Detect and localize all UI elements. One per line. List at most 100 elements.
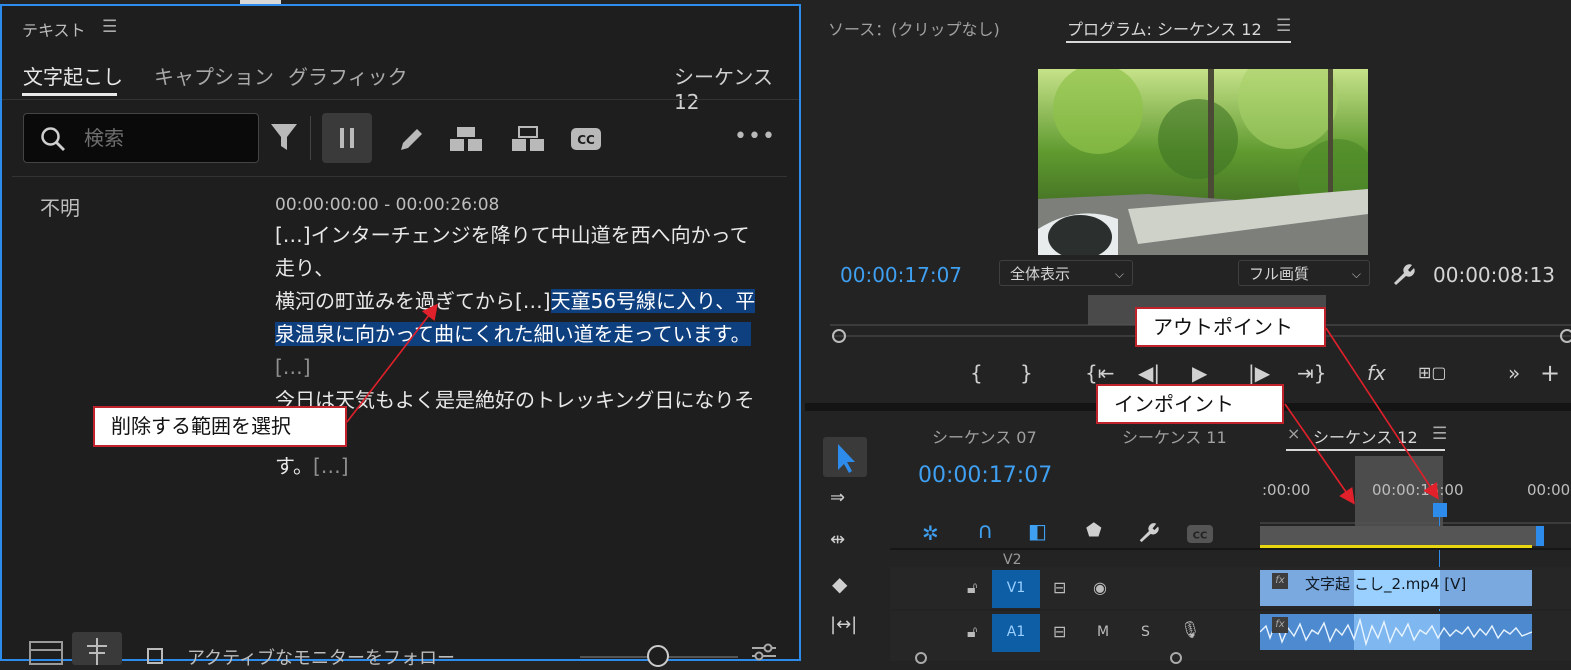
ruler-label: 00:00: [1527, 481, 1571, 499]
mark-in-icon[interactable]: { [970, 361, 983, 385]
chevron-down-icon: ⌵ [1114, 267, 1124, 281]
split-segments-icon[interactable] [510, 125, 546, 153]
track-v1-target[interactable]: V1 [992, 570, 1040, 608]
step-back-icon[interactable]: ◀| [1138, 361, 1160, 385]
scroll-handle-left[interactable] [915, 652, 927, 664]
transcript-line: す。 [275, 454, 313, 478]
solo-button[interactable]: S [1141, 624, 1150, 640]
fx-badge-icon: fx [1272, 617, 1288, 633]
edit-pencil-icon[interactable] [397, 124, 425, 154]
gap-marker: […] [313, 454, 349, 478]
eye-icon[interactable]: ◉ [1093, 578, 1107, 597]
transcript-text[interactable]: […]インターチェンジを降りて中山道を西へ向かって走り、 横河の町並みを過ぎてか… [275, 219, 765, 483]
selected-text[interactable]: 天童56号線に入り、平 [550, 289, 756, 313]
nest-icon[interactable]: ✲ [922, 521, 939, 545]
transcript-line: […]インターチェンジを降りて中山道を西へ向かって走り、 [275, 223, 750, 280]
captions-cc-icon[interactable]: CC [570, 127, 602, 151]
video-preview[interactable] [1038, 69, 1368, 255]
tab-transcript[interactable]: 文字起こし [23, 61, 123, 90]
mark-out-icon[interactable]: } [1020, 361, 1033, 385]
video-clip[interactable]: fx 文字起 こし_2.mp4 [V] [1260, 570, 1532, 606]
play-icon[interactable]: ▶ [1192, 361, 1207, 385]
tab-sequence-12[interactable]: シーケンス 12 [1313, 424, 1418, 448]
snap-magnet-icon[interactable]: ∩ [977, 519, 993, 544]
go-to-out-icon[interactable]: ⇥} [1297, 361, 1326, 385]
selection-tool-button[interactable] [823, 437, 867, 477]
split-segment-button[interactable] [322, 113, 372, 163]
quality-dropdown[interactable]: フル画質 ⌵ [1238, 260, 1370, 286]
zoom-slider-thumb[interactable] [647, 645, 669, 667]
filter-icon[interactable] [270, 122, 298, 152]
program-tab-underline [1066, 41, 1291, 43]
zoom-handle-left[interactable] [832, 329, 846, 343]
segment-time-range: 00:00:00:00 - 00:00:26:08 [275, 195, 500, 215]
slip-tool-icon[interactable]: |↔| [830, 614, 857, 635]
fx-icon[interactable]: fx [1367, 361, 1386, 385]
program-menu-icon[interactable]: ☰ [1276, 16, 1291, 36]
mute-button[interactable]: M [1097, 624, 1109, 640]
timeline-menu-icon[interactable]: ☰ [1432, 424, 1447, 444]
fx-badge-icon: fx [1272, 573, 1288, 589]
window-edge-mark [240, 0, 281, 4]
ripple-edit-tool-icon[interactable]: ⇹ [830, 529, 845, 550]
clip-label: 文字起 [1305, 575, 1351, 593]
lock-icon[interactable]: 🔓︎ [967, 622, 977, 642]
follow-monitor-checkbox[interactable] [147, 648, 163, 664]
work-area-end-handle[interactable] [1536, 526, 1544, 546]
toggle-sync-icon[interactable]: ⊟ [1053, 578, 1066, 597]
tab-source[interactable]: ソース：(クリップなし) [828, 16, 1000, 40]
program-current-time[interactable]: 00:00:17:07 [840, 263, 962, 287]
audio-clip[interactable]: fx [1260, 614, 1532, 650]
zoom-handle-right[interactable] [1560, 329, 1571, 343]
work-area-bar[interactable] [1260, 526, 1542, 546]
view-transcript-icon[interactable] [26, 636, 66, 666]
track-a1-target[interactable]: A1 [992, 614, 1040, 652]
scroll-handle-right[interactable] [1170, 652, 1182, 664]
search-input[interactable] [82, 122, 246, 154]
track-select-tool-icon[interactable]: ⇒ [830, 487, 845, 508]
timeline-ruler[interactable] [1260, 510, 1571, 524]
callout-select-range: 削除する範囲を選択 [93, 406, 347, 447]
toggle-sync-icon[interactable]: ⊟ [1053, 622, 1066, 641]
ruler-label: 00:00:15:00 [1372, 481, 1464, 499]
compare-view-icon[interactable]: ⊞▢ [1418, 363, 1447, 382]
captions-cc-icon[interactable]: CC [1186, 524, 1214, 544]
more-buttons-icon[interactable]: » [1508, 361, 1520, 385]
divider [2, 99, 799, 100]
text-panel: テキスト ☰ 文字起こし キャプション グラフィック シーケンス 12 CC •… [0, 4, 801, 669]
go-to-in-icon[interactable]: {⇤ [1085, 361, 1114, 385]
linked-selection-icon[interactable]: ◧ [1028, 519, 1047, 543]
settings-sliders-icon[interactable] [750, 642, 778, 666]
lock-icon[interactable]: 🔓︎ [967, 578, 977, 598]
add-button-icon[interactable]: + [1540, 359, 1560, 387]
track-v2-label[interactable]: V2 [1003, 552, 1021, 568]
panel-title: テキスト [22, 21, 86, 40]
tab-graphics[interactable]: グラフィック [288, 61, 408, 90]
tab-sequence-07[interactable]: シーケンス 07 [932, 424, 1037, 448]
wrench-icon[interactable] [1390, 262, 1416, 286]
step-forward-icon[interactable]: |▶ [1248, 361, 1270, 385]
selected-text[interactable]: 泉温泉に向かって曲にくれた細い道を走っています。 [275, 322, 751, 346]
panel-menu-icon[interactable]: ☰ [102, 17, 117, 37]
transcript-line: 今日は天気もよく是是絶好のトレッキング日になりそうで [275, 388, 755, 445]
tab-sequence-11[interactable]: シーケンス 11 [1122, 424, 1227, 448]
playhead-handle[interactable] [1433, 503, 1447, 517]
merge-segments-icon[interactable] [448, 125, 484, 153]
callout-out-point: アウトポイント [1135, 307, 1326, 347]
callout-in-point: インポイント [1096, 384, 1284, 424]
search-icon [40, 126, 66, 152]
close-tab-icon[interactable]: × [1287, 424, 1300, 443]
timeline-current-time[interactable]: 00:00:17:07 [918, 463, 1052, 488]
more-options-icon[interactable]: ••• [734, 124, 776, 149]
active-tab-indicator [22, 93, 117, 96]
razor-tool-icon[interactable]: ◆ [832, 572, 847, 596]
tab-captions[interactable]: キャプション [154, 61, 274, 90]
microphone-icon[interactable]: 🎙︎ [1180, 620, 1200, 639]
speaker-label[interactable]: 不明 [40, 192, 80, 221]
timeline-settings-icon[interactable] [1136, 521, 1160, 543]
add-marker-icon[interactable]: ⬟ [1086, 520, 1102, 541]
view-segments-button[interactable] [72, 632, 122, 665]
tab-program[interactable]: プログラム: シーケンス 12 [1067, 16, 1262, 40]
fit-dropdown[interactable]: 全体表示 ⌵ [999, 260, 1133, 286]
search-field[interactable] [23, 113, 259, 163]
